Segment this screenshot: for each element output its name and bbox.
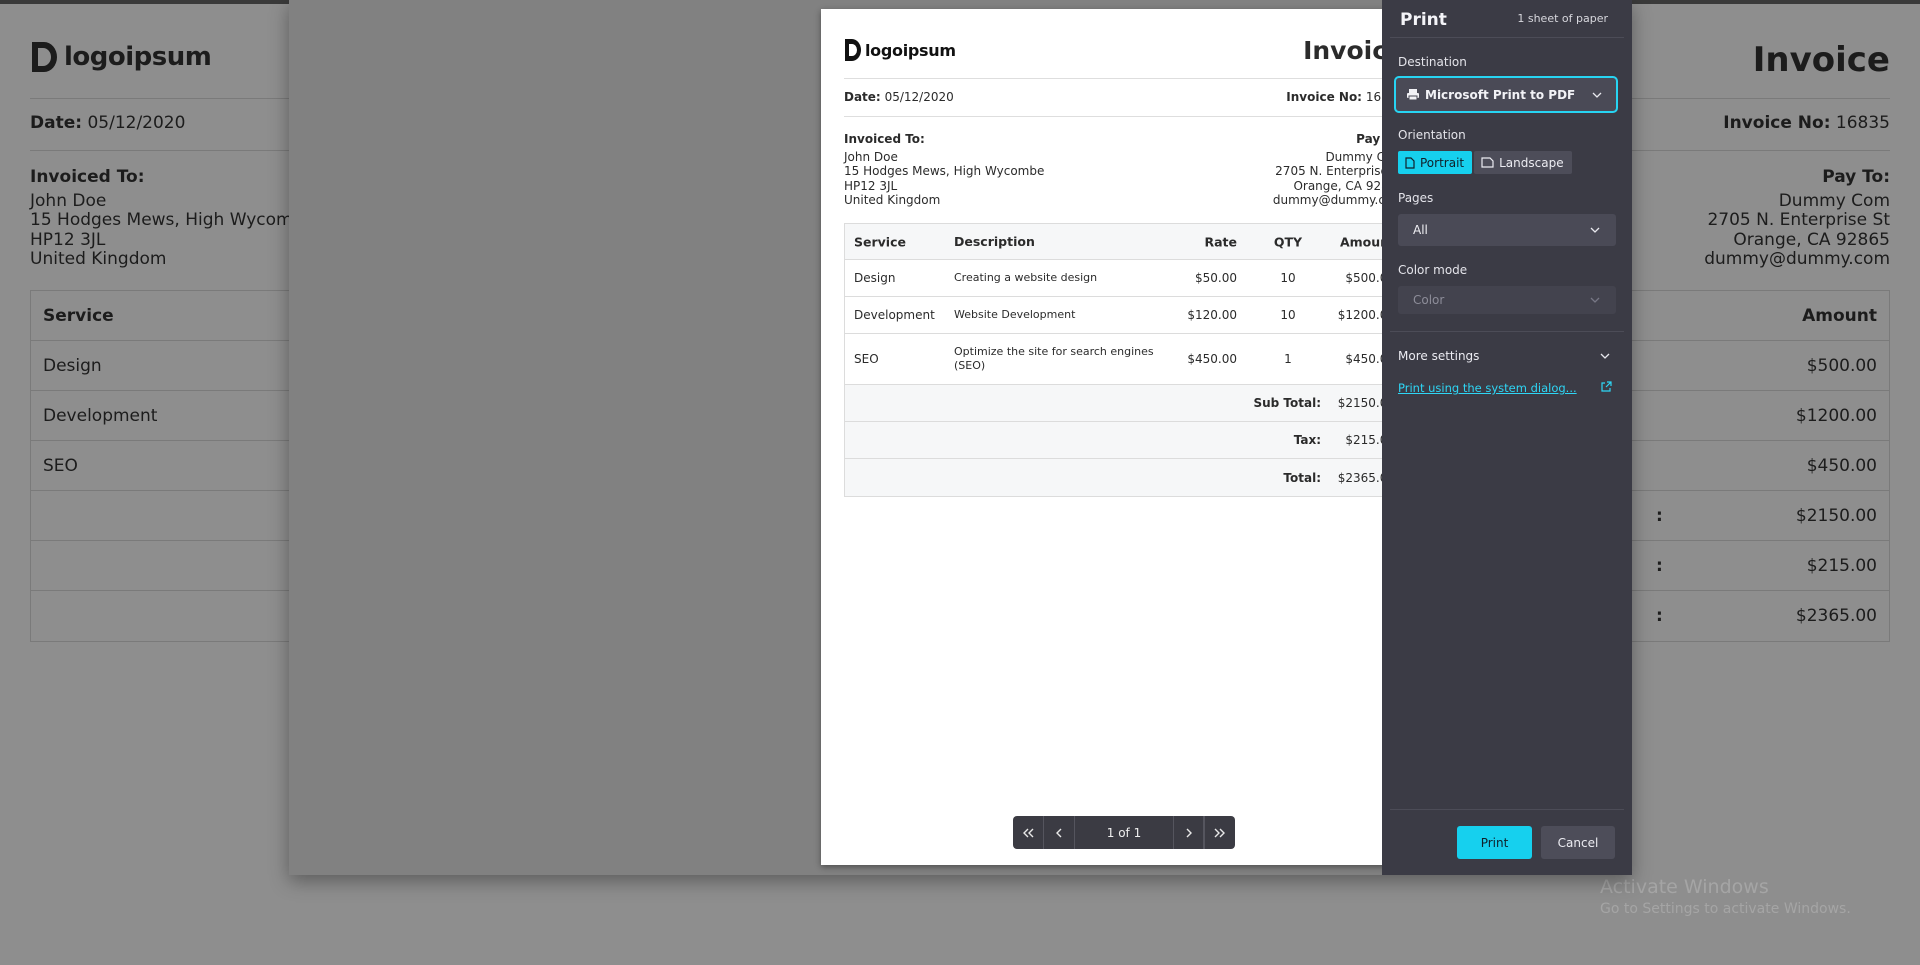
chevron-down-icon (1592, 92, 1602, 98)
landscape-button[interactable]: Landscape (1474, 151, 1572, 174)
preview-invoice-table: Service Description Rate QTY Amount Desi… (844, 223, 1404, 497)
next-page-button[interactable] (1173, 816, 1204, 849)
chevron-down-icon (1590, 227, 1600, 233)
previous-page-button[interactable] (1044, 816, 1075, 849)
table-row: SEO Optimize the site for search engines… (845, 334, 1403, 385)
chevron-right-icon (1186, 828, 1192, 837)
preview-page: logoipsum Invoice Date: 05/12/2020 Invoi… (821, 9, 1427, 865)
bg-invoiced-to: Invoiced To: John Doe 15 Hodges Mews, Hi… (30, 167, 314, 269)
color-mode-label: Color mode (1398, 263, 1468, 277)
double-chevron-left-icon (1023, 828, 1034, 837)
chevron-down-icon[interactable] (1600, 352, 1610, 360)
pages-label: Pages (1398, 191, 1434, 205)
sheet-count: 1 sheet of paper (1517, 12, 1608, 25)
landscape-page-icon (1481, 157, 1494, 168)
logo-mark-icon (845, 39, 861, 61)
chevron-left-icon (1056, 828, 1062, 837)
color-mode-select[interactable]: Color (1398, 286, 1616, 314)
divider (1390, 809, 1624, 810)
bg-pay-to: Pay To: Dummy Com 2705 N. Enterprise St … (1704, 167, 1890, 269)
double-chevron-right-icon (1214, 828, 1225, 837)
print-button[interactable]: Print (1457, 826, 1532, 859)
subtotal-row: Sub Total: $2150.00 (845, 385, 1403, 422)
divider (1390, 331, 1624, 332)
windows-activation-watermark: Activate Windows Go to Settings to activ… (1600, 876, 1851, 917)
page-navigator: 1 of 1 (1013, 816, 1235, 849)
print-settings-panel: Print 1 sheet of paper Destination Micro… (1382, 0, 1632, 875)
bg-invoice-title: Invoice (1752, 40, 1890, 80)
orientation-toggle: Portrait Landscape (1398, 151, 1572, 174)
external-link-icon[interactable] (1600, 381, 1612, 393)
chevron-down-icon (1590, 297, 1600, 303)
destination-value: Microsoft Print to PDF (1425, 87, 1576, 102)
bg-logo-text: logoipsum (64, 42, 212, 72)
pages-select[interactable]: All (1398, 214, 1616, 246)
orientation-label: Orientation (1398, 128, 1466, 142)
divider (844, 116, 1404, 117)
destination-select[interactable]: Microsoft Print to PDF (1394, 76, 1618, 113)
divider (844, 78, 1404, 79)
page-indicator: 1 of 1 (1106, 825, 1142, 840)
cancel-button[interactable]: Cancel (1541, 826, 1615, 859)
portrait-page-icon (1405, 156, 1415, 169)
preview-date: Date: 05/12/2020 (844, 90, 954, 104)
first-page-button[interactable] (1013, 816, 1044, 849)
destination-label: Destination (1398, 55, 1467, 69)
more-settings-toggle[interactable]: More settings (1398, 349, 1479, 363)
bg-invoice-no: Invoice No: 16835 (1723, 113, 1890, 133)
printer-icon (1407, 89, 1419, 101)
tax-row: Tax: $215.00 (845, 422, 1403, 459)
bg-date: Date: 05/12/2020 (30, 113, 186, 133)
table-row: Development Website Development $120.00 … (845, 297, 1403, 334)
divider (1390, 37, 1624, 38)
table-row: Design Creating a website design $50.00 … (845, 260, 1403, 297)
preview-logo-text: logoipsum (865, 40, 956, 60)
table-header-row: Service Description Rate QTY Amount (845, 224, 1403, 260)
preview-logo: logoipsum (844, 38, 956, 62)
bg-logo: logoipsum (30, 40, 212, 74)
portrait-button[interactable]: Portrait (1398, 151, 1473, 174)
system-dialog-link[interactable]: Print using the system dialog... (1398, 381, 1577, 395)
total-row: Total: $2365.00 (845, 459, 1403, 496)
preview-invoiced-to: Invoiced To: John Doe 15 Hodges Mews, Hi… (844, 132, 1045, 208)
logo-mark-icon (32, 42, 57, 72)
print-title: Print (1400, 10, 1447, 30)
last-page-button[interactable] (1204, 816, 1235, 849)
